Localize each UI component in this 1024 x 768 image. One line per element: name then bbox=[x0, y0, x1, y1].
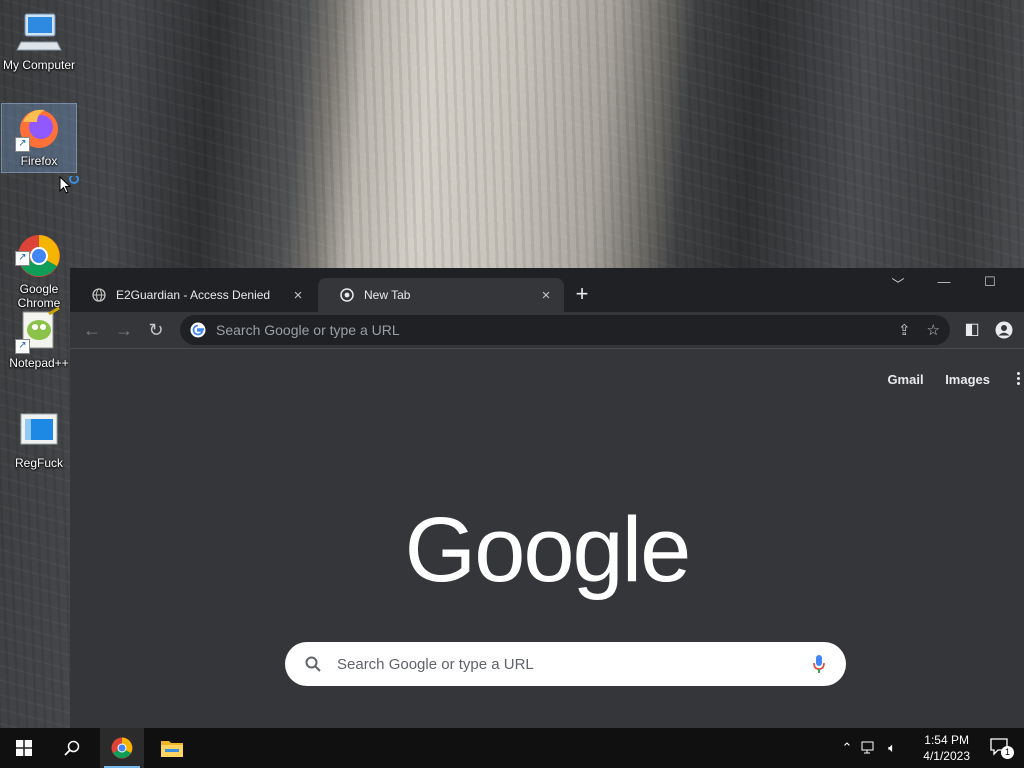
desktop-icon-label: My Computer bbox=[2, 58, 76, 72]
tab-close-icon[interactable]: × bbox=[538, 287, 554, 304]
notepad-plus-plus-icon: ↗ bbox=[15, 306, 63, 354]
search-icon bbox=[64, 740, 80, 756]
notification-count-badge: 1 bbox=[1001, 746, 1014, 759]
windows-logo-icon bbox=[16, 740, 32, 756]
toolbar-divider bbox=[70, 348, 1024, 349]
clock-date: 4/1/2023 bbox=[923, 749, 970, 763]
action-center-notifications-icon[interactable]: 1 bbox=[990, 738, 1014, 759]
browser-toolbar: ← → ↻ Search Google or type a URL ⇪ ☆ ◧ bbox=[70, 312, 1024, 348]
maximize-button[interactable]: ☐ bbox=[970, 274, 1010, 290]
desktop-icon-label: Notepad++ bbox=[9, 356, 69, 370]
share-icon[interactable]: ⇪ bbox=[898, 321, 911, 339]
tab-search-chevron-icon[interactable]: ﹀ bbox=[878, 274, 918, 293]
tab-strip: E2Guardian - Access Denied × New Tab × +… bbox=[70, 268, 1024, 312]
tab-new-tab[interactable]: New Tab × bbox=[318, 278, 564, 312]
profile-avatar-icon[interactable] bbox=[992, 318, 1016, 347]
chrome-icon bbox=[111, 737, 133, 759]
chrome-icon: ↗ bbox=[15, 218, 63, 277]
search-icon bbox=[305, 656, 321, 672]
shortcut-arrow-icon: ↗ bbox=[15, 339, 30, 354]
taskbar-chrome-button[interactable] bbox=[100, 728, 144, 768]
google-logo: Google bbox=[404, 499, 692, 601]
google-apps-icon[interactable] bbox=[1016, 372, 1024, 388]
taskbar-file-explorer-button[interactable] bbox=[148, 728, 196, 768]
volume-icon[interactable]: 🔈︎ bbox=[880, 740, 904, 756]
desktop-icon-google-chrome[interactable]: ↗ Google Chrome bbox=[2, 204, 76, 310]
shortcut-arrow-icon: ↗ bbox=[15, 251, 30, 266]
computer-icon bbox=[15, 8, 63, 56]
address-bar-placeholder: Search Google or type a URL bbox=[216, 322, 400, 338]
clock[interactable]: 1:54 PM 4/1/2023 bbox=[923, 732, 970, 764]
folder-icon bbox=[161, 741, 183, 757]
shortcut-arrow-icon: ↗ bbox=[15, 137, 30, 152]
tab-title: E2Guardian - Access Denied bbox=[116, 288, 271, 302]
tab-e2guardian-access-denied[interactable]: E2Guardian - Access Denied × bbox=[70, 278, 316, 312]
google-g-icon bbox=[190, 322, 206, 338]
desktop-icon-firefox[interactable]: ↗ Firefox bbox=[1, 103, 77, 173]
desktop-icon-regfuck[interactable]: RegFuck bbox=[2, 406, 76, 472]
application-window-icon bbox=[15, 406, 63, 454]
show-hidden-icons-chevron-icon[interactable]: ⌃ bbox=[838, 740, 856, 756]
ntp-search-box[interactable]: Search Google or type a URL bbox=[285, 642, 846, 686]
address-bar[interactable]: Search Google or type a URL ⇪ ☆ bbox=[180, 315, 950, 345]
firefox-icon: ↗ bbox=[15, 104, 63, 152]
forward-button[interactable]: → bbox=[112, 318, 136, 342]
new-tab-button[interactable]: + bbox=[570, 282, 594, 306]
ntp-header-links: Gmail Images bbox=[869, 372, 990, 387]
chrome-favicon-icon bbox=[340, 288, 354, 302]
clock-time: 1:54 PM bbox=[924, 733, 969, 747]
desktop-icon-notepad-plus-plus[interactable]: ↗ Notepad++ bbox=[2, 306, 76, 372]
minimize-button[interactable]: — bbox=[924, 274, 964, 289]
reload-button[interactable]: ↻ bbox=[144, 318, 168, 342]
chrome-window: E2Guardian - Access Denied × New Tab × +… bbox=[70, 268, 1024, 728]
desktop-icon-label: RegFuck bbox=[14, 456, 64, 470]
globe-icon bbox=[92, 288, 106, 302]
desktop-icon-label: Firefox bbox=[20, 154, 58, 168]
tab-close-icon[interactable]: × bbox=[290, 287, 306, 304]
taskbar-search-button[interactable] bbox=[48, 728, 96, 768]
gmail-link[interactable]: Gmail bbox=[887, 372, 923, 387]
desktop-icon-my-computer[interactable]: My Computer bbox=[2, 8, 76, 72]
tab-title: New Tab bbox=[364, 288, 411, 302]
images-link[interactable]: Images bbox=[945, 372, 990, 387]
side-panel-icon[interactable]: ◧ bbox=[960, 318, 984, 342]
system-tray: ⌃ 🔈︎ bbox=[838, 728, 904, 768]
network-icon[interactable] bbox=[856, 740, 880, 757]
ntp-search-placeholder: Search Google or type a URL bbox=[337, 655, 534, 673]
back-button[interactable]: ← bbox=[80, 318, 104, 342]
taskbar: ⌃ 🔈︎ 1:54 PM 4/1/2023 1 bbox=[0, 728, 1024, 768]
bookmark-star-icon[interactable]: ☆ bbox=[927, 321, 940, 339]
microphone-icon[interactable] bbox=[812, 654, 826, 674]
mouse-pointer-busy-icon bbox=[59, 176, 79, 194]
start-button[interactable] bbox=[0, 728, 48, 768]
